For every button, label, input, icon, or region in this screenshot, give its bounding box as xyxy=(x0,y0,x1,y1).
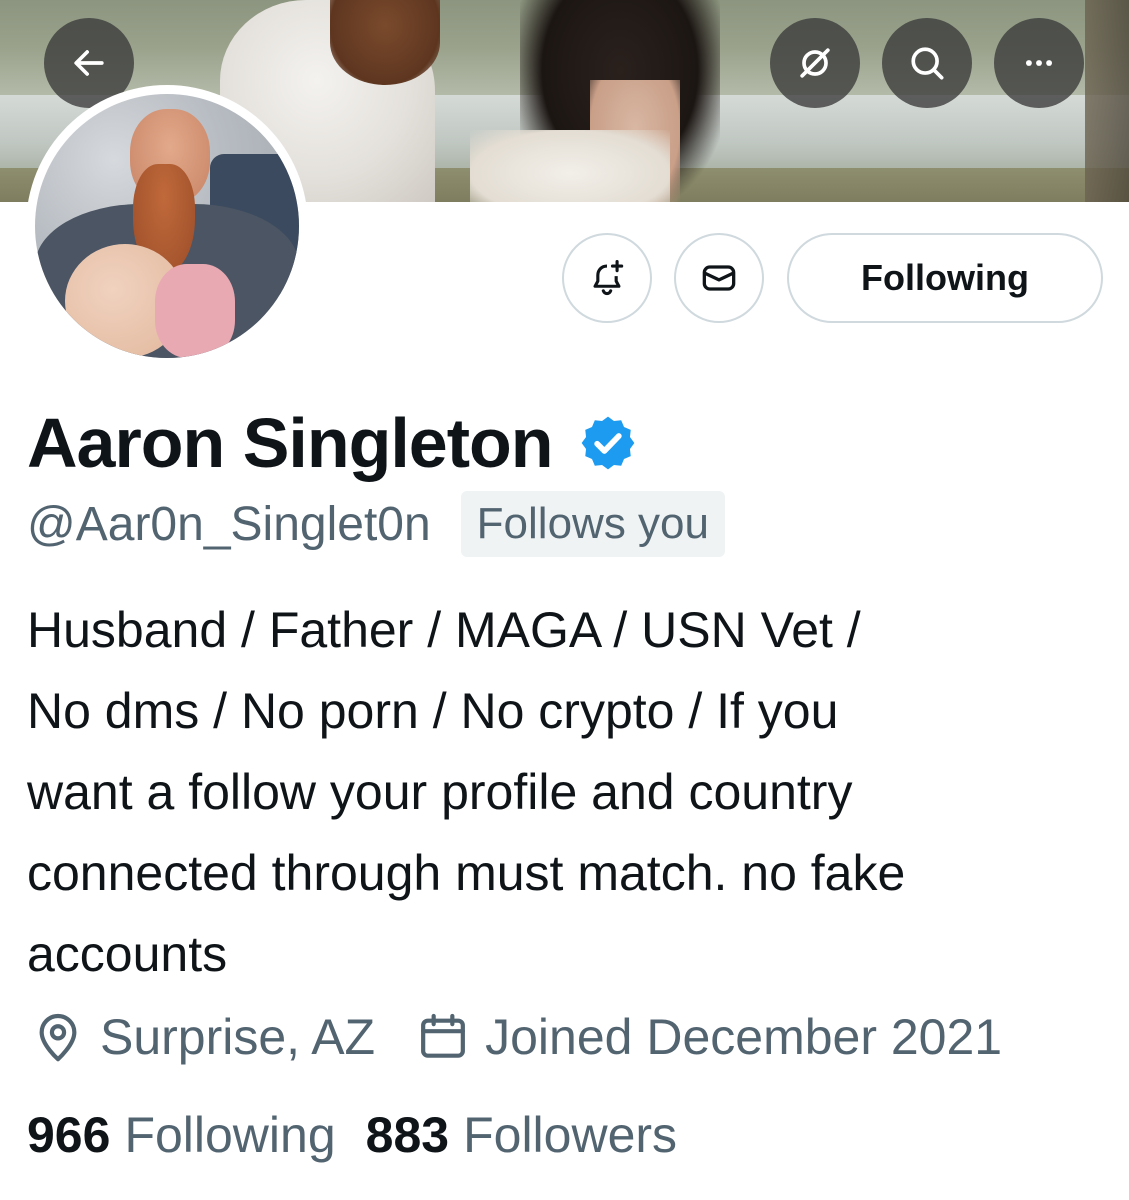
handle-row: @Aar0n_Singlet0n Follows you xyxy=(27,490,725,558)
banner-tree-trunk xyxy=(1085,0,1129,202)
verified-badge-icon[interactable] xyxy=(577,412,639,474)
profile-meta: Surprise, AZ Joined December 2021 xyxy=(30,1000,1002,1074)
followers-stat[interactable]: 883 Followers xyxy=(366,1106,677,1164)
profile-avatar[interactable] xyxy=(16,85,308,370)
location-text: Surprise, AZ xyxy=(100,1009,376,1065)
grok-slash-circle-icon xyxy=(800,48,830,78)
more-horizontal-icon xyxy=(1025,60,1053,66)
display-name: Aaron Singleton xyxy=(27,404,554,482)
notifications-button[interactable] xyxy=(562,233,652,323)
followers-label: Followers xyxy=(463,1107,678,1163)
following-count: 966 xyxy=(27,1107,111,1163)
search-icon xyxy=(911,47,944,80)
location-pin-icon xyxy=(39,1013,77,1062)
following-stat[interactable]: 966 Following xyxy=(27,1106,336,1164)
banner-figure-dress xyxy=(470,130,670,202)
calendar-icon xyxy=(421,1013,466,1058)
banner-figure-beard xyxy=(330,0,440,85)
avatar-photo xyxy=(35,94,299,358)
bio-line: accounts xyxy=(27,926,228,982)
bio: Husband / Father / MAGA / USN Vet / No d… xyxy=(27,590,1117,995)
name-row: Aaron Singleton xyxy=(27,398,639,488)
following-button[interactable]: Following xyxy=(787,233,1103,323)
join-date: Joined December 2021 xyxy=(415,1008,1002,1066)
bio-line: No dms / No porn / No crypto / If you xyxy=(27,683,839,739)
join-date-text: Joined December 2021 xyxy=(485,1009,1003,1065)
bio-line: connected through must match. no fake xyxy=(27,845,906,901)
more-button[interactable] xyxy=(994,18,1084,108)
avatar-child-clothes xyxy=(155,264,235,358)
following-label: Following xyxy=(124,1107,336,1163)
bio-line: want a follow your profile and country xyxy=(27,764,853,820)
message-button[interactable] xyxy=(674,233,764,323)
search-button[interactable] xyxy=(882,18,972,108)
follows-you-badge: Follows you xyxy=(460,491,725,557)
handle: @Aar0n_Singlet0n xyxy=(27,497,431,551)
bio-line: Husband / Father / MAGA / USN Vet / xyxy=(27,602,861,658)
bell-plus-icon xyxy=(593,259,624,296)
follow-stats: 966 Following 883 Followers xyxy=(27,1100,677,1170)
location: Surprise, AZ xyxy=(30,1008,375,1066)
envelope-icon xyxy=(702,265,736,291)
grok-button[interactable] xyxy=(770,18,860,108)
followers-count: 883 xyxy=(365,1107,450,1163)
arrow-left-icon xyxy=(74,50,104,76)
